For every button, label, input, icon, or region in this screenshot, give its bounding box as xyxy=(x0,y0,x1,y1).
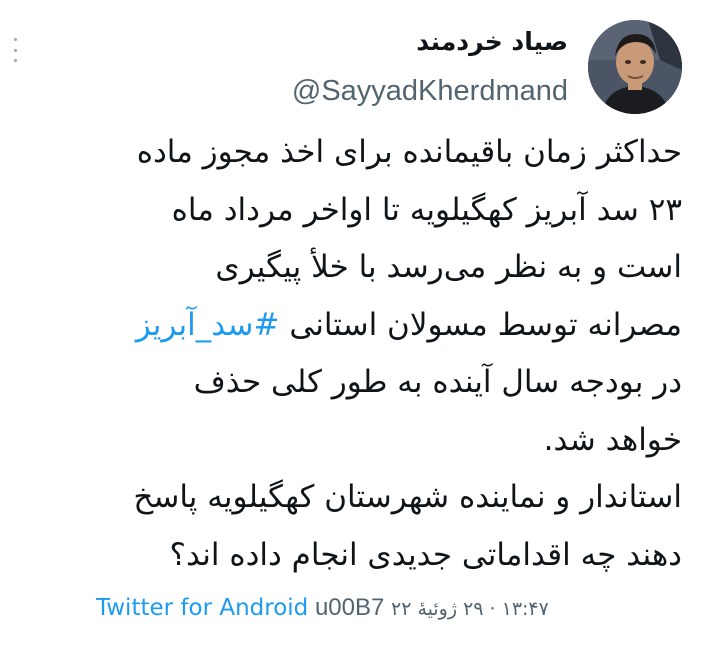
hashtag-link[interactable]: #سد_آبریز xyxy=(136,307,280,343)
tweet-card: صیاد خردمند @SayyadKherdmand حداکثر زمان… xyxy=(0,0,706,648)
tweet-line: دهند چه اقداماتی جدیدی انجام داده اند؟ xyxy=(169,536,682,573)
avatar[interactable] xyxy=(588,20,682,114)
tweet-line: مصرانه توسط مسولان استانی xyxy=(279,306,682,343)
dot xyxy=(13,38,17,41)
tweet-line: استاندار و نماینده شهرستان کهگیلویه پاسخ xyxy=(133,479,682,515)
tweet-meta: Twitter for Android u00B7 ۱۳:۴۷ · ۲۹ ژوئ… xyxy=(96,592,549,625)
tweet-line: در بودجه سال آینده به طور کلی حذف xyxy=(193,364,682,400)
tweet-line: ۲۳ سد آبریز کهگیلویه تا اواخر مرداد ماه xyxy=(171,191,682,228)
tweet-line: حداکثر زمان باقیمانده برای اخذ مجوز ماده xyxy=(136,134,682,170)
display-name[interactable]: صیاد خردمند xyxy=(416,24,568,60)
user-handle[interactable]: @SayyadKherdmand xyxy=(292,72,568,110)
dot xyxy=(13,48,17,52)
tweet-line-with-hashtag: مصرانه توسط مسولان استانی #سد_آبریز xyxy=(14,297,682,355)
profile-photo-icon xyxy=(588,20,682,114)
dot xyxy=(13,59,17,62)
source-link[interactable]: Twitter for Android xyxy=(96,595,308,621)
tweet-text: حداکثر زمان باقیمانده برای اخذ مجوز ماده… xyxy=(14,124,682,584)
tweet-line: خواهد شد. xyxy=(543,421,682,458)
vertical-ellipsis-icon[interactable] xyxy=(10,38,20,62)
tweet-line: است و به نظر می‌رسد با خلأ پیگیری xyxy=(215,249,682,285)
tweet-timestamp[interactable]: ۱۳:۴۷ · ۲۹ ژوئیهٔ ۲۲ xyxy=(391,598,549,620)
meta-separator: u00B7 xyxy=(314,594,385,621)
